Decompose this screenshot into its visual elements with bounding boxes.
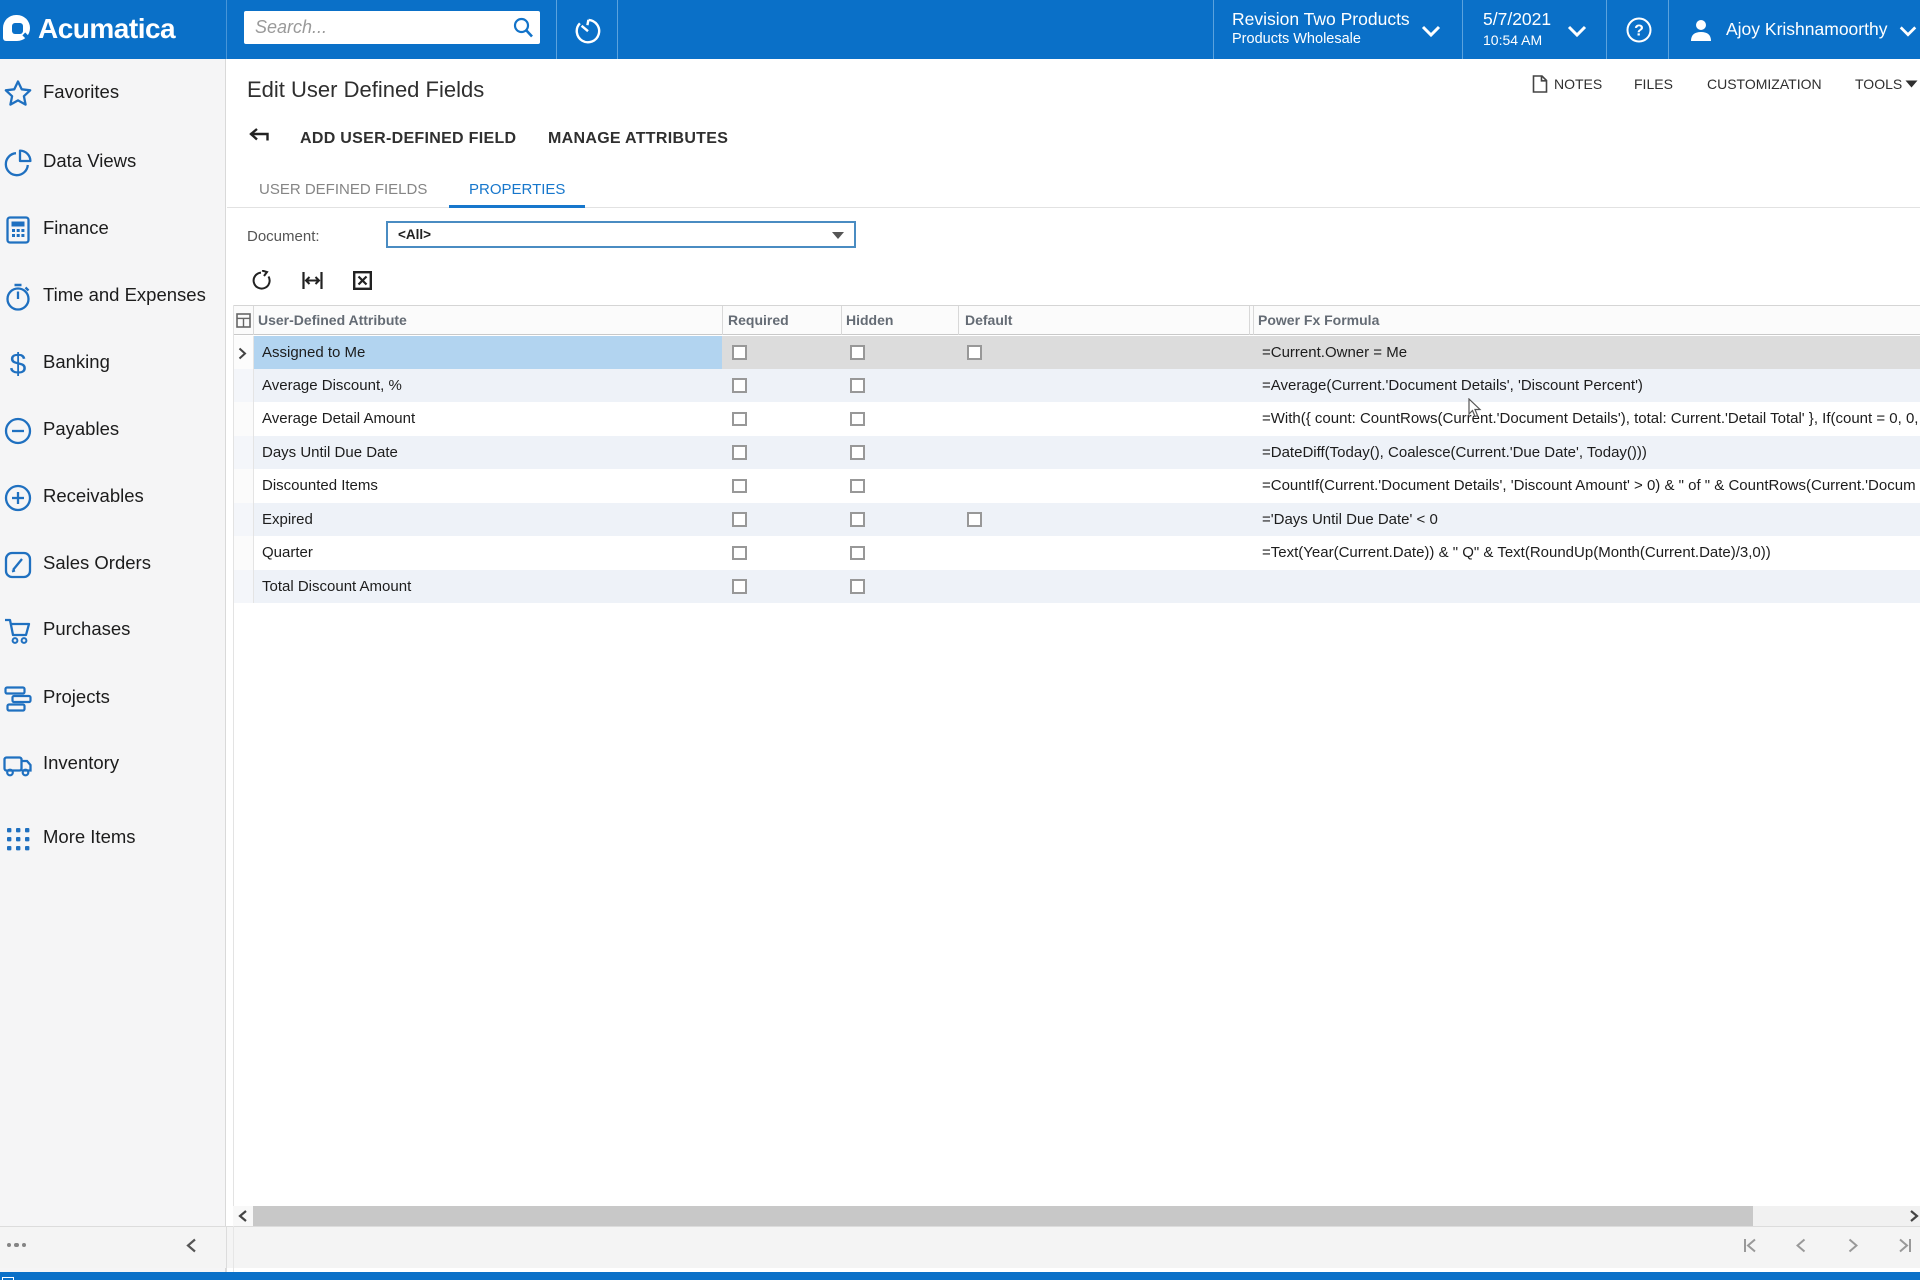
svg-text:?: ?	[1634, 23, 1644, 40]
svg-text:$: $	[10, 349, 27, 379]
